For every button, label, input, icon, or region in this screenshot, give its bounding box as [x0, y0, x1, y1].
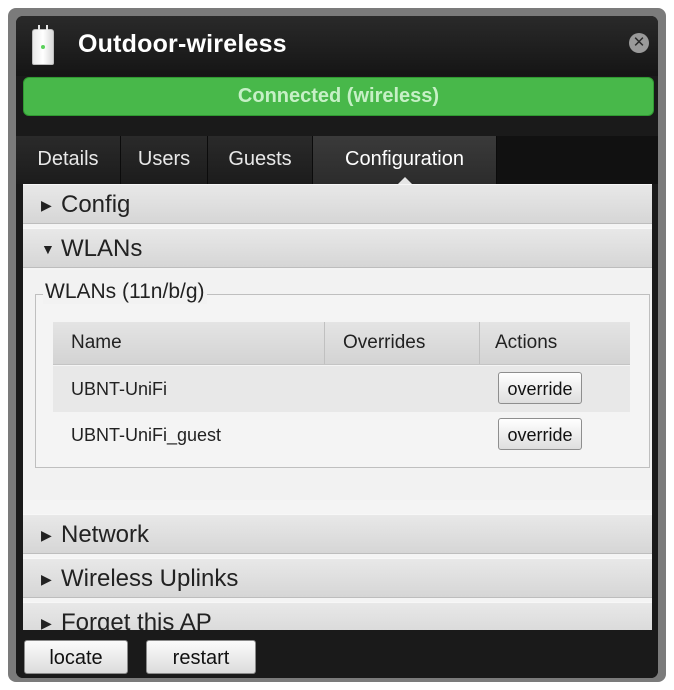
section-wireless-uplinks[interactable]: ▶ Wireless Uplinks [23, 558, 652, 598]
close-icon[interactable]: ✕ [629, 33, 649, 53]
wlan-overrides [325, 412, 343, 458]
action-footer: locate restart [16, 630, 658, 678]
collapsed-arrow-icon: ▶ [41, 527, 52, 543]
configuration-panel: ▶ Config ▼ WLANs WLANs (11n/b/g) Name Ov… [23, 184, 652, 630]
section-config-label: Config [61, 191, 131, 218]
tab-configuration[interactable]: Configuration [313, 136, 497, 184]
section-wlans-label: WLANs [61, 235, 143, 262]
tab-bar: Details Users Guests Configuration [16, 136, 658, 184]
column-header-name[interactable]: Name [53, 322, 325, 364]
tab-guests[interactable]: Guests [208, 136, 313, 184]
column-header-overrides[interactable]: Overrides [325, 322, 480, 364]
restart-button[interactable]: restart [146, 640, 256, 674]
section-wireless-uplinks-label: Wireless Uplinks [61, 565, 239, 592]
section-wlans[interactable]: ▼ WLANs [23, 228, 652, 268]
wlan-overrides [325, 366, 343, 412]
section-forget-ap[interactable]: ▶ Forget this AP [23, 602, 652, 630]
wlan-name: UBNT-UniFi [71, 379, 168, 399]
table-row: UBNT-UniFi_guest override [53, 412, 630, 458]
window-title: Outdoor-wireless [78, 30, 287, 58]
title-bar[interactable]: Outdoor-wireless ✕ [16, 16, 658, 76]
override-button[interactable]: override [498, 418, 582, 450]
access-point-icon [32, 25, 54, 65]
tab-users[interactable]: Users [121, 136, 208, 184]
connection-status-bar: Connected (wireless) [23, 77, 654, 116]
expanded-arrow-icon: ▼ [41, 241, 55, 257]
collapsed-arrow-icon: ▶ [41, 197, 52, 213]
locate-button[interactable]: locate [24, 640, 128, 674]
wlans-content: WLANs (11n/b/g) Name Overrides Actions U… [23, 270, 652, 500]
status-led [41, 45, 45, 49]
collapsed-arrow-icon: ▶ [41, 571, 52, 587]
section-network-label: Network [61, 521, 150, 548]
wlans-group-title: WLANs (11n/b/g) [43, 280, 207, 304]
section-forget-ap-label: Forget this AP [61, 609, 212, 630]
ap-details-window: Outdoor-wireless ✕ Connected (wireless) … [16, 16, 658, 678]
table-row: UBNT-UniFi override [53, 366, 630, 412]
collapsed-arrow-icon: ▶ [41, 615, 52, 630]
tab-details[interactable]: Details [16, 136, 121, 184]
wlan-name: UBNT-UniFi_guest [71, 425, 222, 445]
section-config[interactable]: ▶ Config [23, 184, 652, 224]
column-header-actions: Actions [495, 332, 558, 353]
override-button[interactable]: override [498, 372, 582, 404]
section-network[interactable]: ▶ Network [23, 514, 652, 554]
table-header: Name Overrides Actions [53, 322, 630, 365]
